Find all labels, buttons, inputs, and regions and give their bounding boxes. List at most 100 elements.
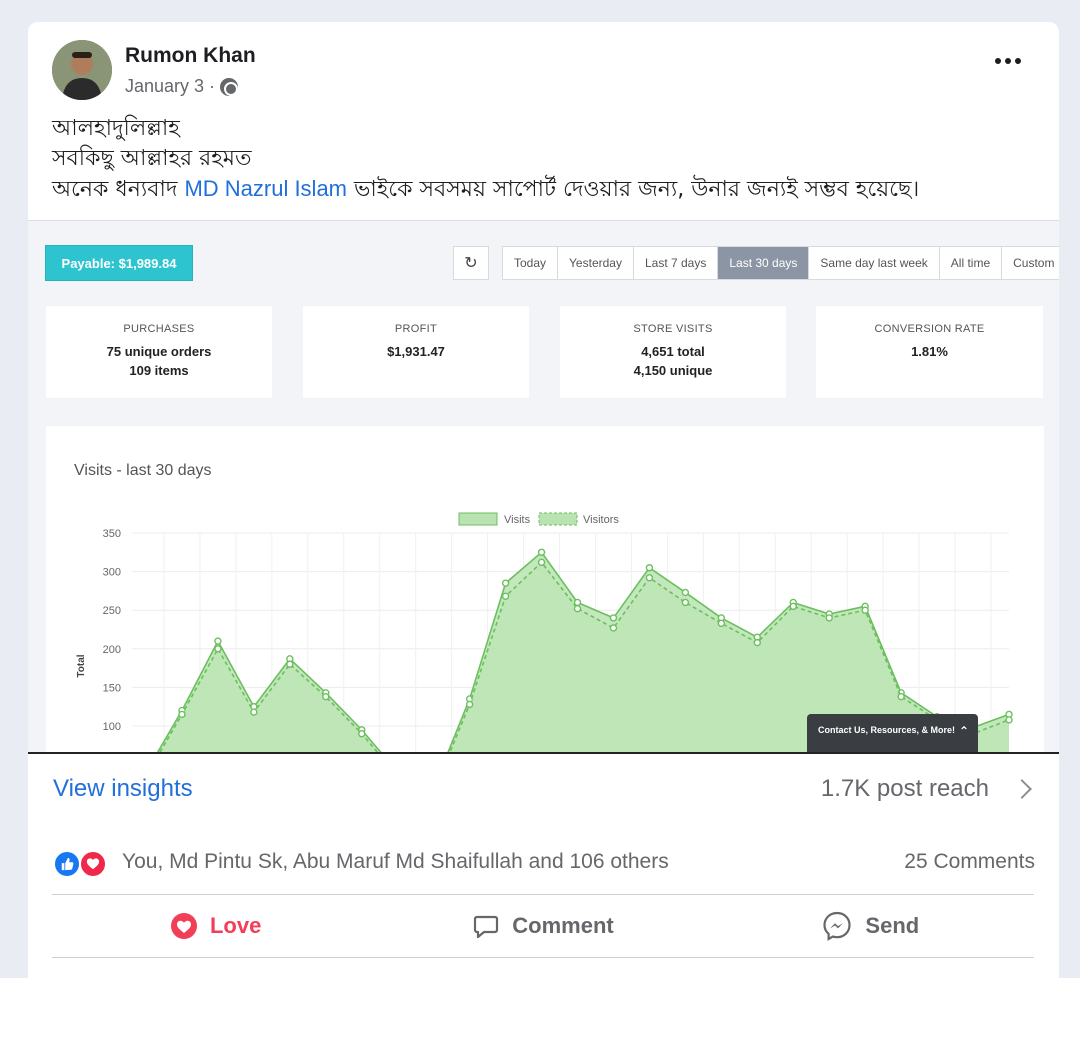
stat-label: PURCHASES — [123, 323, 195, 335]
chat-popup: Contact Us, Resources, & More! ⌃ — [807, 714, 978, 752]
love-reaction-icon — [79, 850, 107, 878]
stat-value-line: 109 items — [129, 363, 189, 378]
visits-chart: Visits - last 30 days 100 150 200 250 300 350 T… — [74, 462, 1013, 752]
data-point — [609, 624, 618, 632]
data-point — [214, 645, 222, 653]
data-point — [681, 598, 690, 607]
range-custom: Custom — [1013, 256, 1055, 270]
heart-icon — [170, 913, 197, 939]
data-point — [250, 708, 258, 716]
y-tick-label: 250 — [103, 605, 121, 617]
data-point — [645, 574, 654, 582]
data-point — [861, 606, 869, 614]
author-name[interactable]: Rumon Khan — [125, 44, 256, 68]
post-card: Rumon Khan January 3 · আলহাদুলিল্লাহ সবক… — [28, 22, 1059, 978]
data-point — [897, 692, 905, 701]
y-tick-label: 300 — [103, 567, 121, 579]
send-button[interactable]: Send — [707, 896, 1034, 956]
data-point — [825, 614, 833, 622]
range-last-30-days: Last 30 days — [718, 247, 810, 279]
avatar[interactable] — [52, 40, 112, 100]
data-point — [537, 548, 546, 557]
comment-label: Comment — [512, 913, 614, 938]
post-reach[interactable]: 1.7K post reach — [820, 775, 1032, 803]
legend-swatch — [458, 512, 498, 526]
visits-chart-card: Visits - last 30 days 100 150 200 250 300 350 T… — [46, 426, 1044, 752]
refresh-icon: ↻ — [453, 246, 489, 280]
comment-button[interactable]: Comment — [379, 896, 706, 956]
divider — [52, 957, 1034, 958]
y-tick-label: 350 — [103, 528, 121, 540]
post-text: আলহাদুলিল্লাহ সবকিছু আল্লাহর রহমত অনেক ধ… — [52, 114, 919, 205]
range-today: Today — [503, 247, 559, 279]
action-bar: Love Comment Send — [52, 896, 1034, 956]
chart-title: Visits - last 30 days — [74, 462, 212, 479]
stat-value: $1,931.47 — [303, 342, 529, 361]
data-point — [465, 700, 474, 709]
more-dot-icon — [1005, 58, 1011, 64]
love-label: Love — [209, 913, 262, 938]
stat-value: 75 unique orders 109 items — [46, 342, 272, 380]
more-options-button[interactable] — [995, 58, 1021, 64]
messenger-icon — [823, 911, 852, 941]
post-meta: January 3 · — [125, 76, 239, 97]
stat-conversion-rate: CONVERSION RATE 1.81% — [816, 306, 1043, 398]
comment-icon — [474, 915, 499, 939]
data-point — [717, 619, 726, 628]
love-button[interactable]: Love — [52, 896, 379, 956]
post-line-3-start: অনেক ধন্যবাদ — [52, 177, 185, 202]
data-point — [214, 637, 222, 645]
data-point — [789, 602, 797, 611]
data-point — [753, 638, 761, 647]
reactions-summary: You, Md Pintu Sk, Abu Maruf Md Shaifulla… — [53, 848, 1035, 882]
date-range-buttons: Today Yesterday Last 7 days Last 30 days… — [502, 246, 1059, 280]
payable-badge: Payable: $1,989.84 — [45, 245, 193, 281]
stat-label: STORE VISITS — [633, 323, 713, 335]
divider — [52, 894, 1034, 895]
stat-value: 1.81% — [816, 342, 1043, 361]
stat-value-line: 4,651 total — [641, 344, 705, 359]
data-point — [537, 558, 546, 567]
mention-link[interactable]: MD Nazrul Islam — [184, 176, 347, 201]
stat-profit: PROFIT $1,931.47 — [303, 306, 529, 398]
data-point — [645, 564, 654, 572]
stat-value-line: 75 unique orders — [106, 344, 212, 359]
y-tick-label: 150 — [103, 682, 121, 694]
data-point — [573, 604, 582, 613]
range-last-7-days: Last 7 days — [634, 247, 719, 279]
view-insights-link[interactable]: View insights — [53, 775, 193, 803]
post-line-3-end: ভাইকে সবসময় সাপোর্ট দেওয়ার জন্য, উনার … — [347, 177, 920, 202]
data-point — [681, 588, 690, 597]
data-point — [178, 710, 186, 719]
send-label: Send — [865, 913, 920, 938]
post-date[interactable]: January 3 · — [125, 76, 215, 97]
data-point — [609, 614, 618, 622]
data-point — [1005, 716, 1013, 724]
data-point — [322, 692, 330, 701]
y-axis-label: Total — [76, 654, 87, 677]
reaction-names[interactable]: You, Md Pintu Sk, Abu Maruf Md Shaifulla… — [122, 850, 669, 874]
legend-label: Visits — [504, 514, 531, 526]
range-all-time: All time — [940, 247, 1003, 279]
post-line-1: আলহাদুলিল্লাহ — [52, 116, 180, 141]
stat-label: CONVERSION RATE — [874, 323, 985, 335]
range-yesterday: Yesterday — [558, 247, 634, 279]
legend-swatch — [538, 512, 578, 526]
data-point — [501, 592, 510, 601]
more-dot-icon — [995, 58, 1001, 64]
stat-value-line: 1.81% — [911, 344, 948, 359]
stat-purchases: PURCHASES 75 unique orders 109 items — [46, 306, 272, 398]
comments-count[interactable]: 25 Comments — [904, 850, 1035, 874]
data-point — [501, 579, 510, 587]
globe-icon[interactable] — [220, 77, 239, 96]
data-point — [286, 660, 294, 668]
stat-value-line: $1,931.47 — [387, 344, 445, 359]
post-reach-label: 1.7K post reach — [820, 775, 989, 802]
like-icon — [53, 850, 81, 878]
chevron-up-icon: ⌃ — [958, 724, 969, 738]
more-dot-icon — [1015, 58, 1021, 64]
post-image[interactable]: Payable: $1,989.84 ↻ Today Yesterday Las… — [28, 221, 1059, 754]
stat-label: PROFIT — [394, 323, 438, 335]
reaction-icons[interactable] — [53, 850, 111, 878]
range-same-day-last-week: Same day last week — [809, 247, 940, 279]
